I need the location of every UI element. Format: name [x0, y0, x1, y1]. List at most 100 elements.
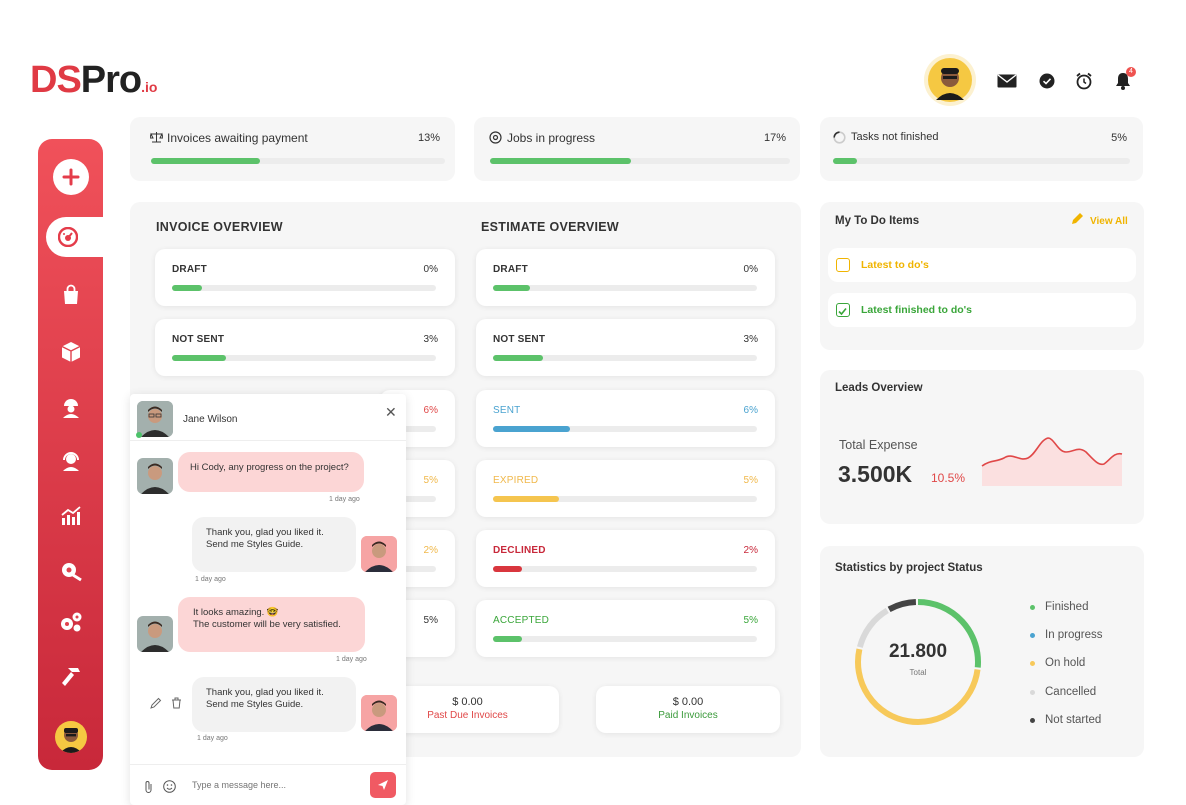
- edit-icon[interactable]: [150, 697, 162, 709]
- message-input[interactable]: [192, 775, 357, 795]
- total-expense-label: Total Expense: [839, 438, 918, 452]
- user-avatar[interactable]: [928, 58, 972, 102]
- invoice-row-draft[interactable]: DRAFT 0%: [155, 249, 455, 306]
- sidebar: [38, 139, 103, 770]
- contact-avatar[interactable]: [137, 401, 173, 437]
- view-all-link[interactable]: View All: [1090, 216, 1128, 227]
- checkbox-empty-icon[interactable]: [836, 258, 850, 272]
- chat-widget: Jane Wilson ✕ Hi Cody, any progress on t…: [130, 394, 406, 805]
- sidebar-avatar[interactable]: [55, 721, 87, 753]
- stat-progress-fill: [151, 158, 260, 164]
- logo-suffix: .io: [141, 79, 158, 95]
- row-percent: 2%: [423, 545, 438, 556]
- hammer-icon: [61, 668, 80, 686]
- sidebar-item-settings[interactable]: [38, 550, 103, 590]
- paid-invoices-card[interactable]: $ 0.00 Paid Invoices: [596, 686, 780, 733]
- row-progress-track: [493, 355, 757, 361]
- stat-label: Jobs in progress: [507, 131, 596, 145]
- todo-item-label: Latest to do's: [861, 259, 929, 271]
- donut-total-label: Total: [909, 668, 927, 677]
- stat-progress-track: [490, 158, 790, 164]
- circle-progress-icon: [833, 131, 846, 144]
- bell-icon[interactable]: 4: [1112, 67, 1136, 92]
- legend-on-hold: On hold: [1030, 657, 1085, 669]
- legend-cancelled: Cancelled: [1030, 686, 1096, 698]
- row-progress-fill: [493, 355, 544, 361]
- add-button[interactable]: [53, 159, 89, 195]
- estimate-row-sent[interactable]: SENT 6%: [476, 390, 775, 447]
- chat-composer: [130, 764, 406, 805]
- send-button[interactable]: [370, 772, 396, 798]
- row-percent: 3%: [743, 334, 758, 345]
- worker-icon: [62, 399, 79, 418]
- todo-item-finished[interactable]: Latest finished to do's: [828, 293, 1136, 327]
- gauge-icon: [489, 131, 502, 144]
- row-label: DRAFT: [172, 264, 207, 275]
- message-time: 1 day ago: [336, 656, 367, 663]
- legend-dot: [1030, 717, 1035, 723]
- stat-label: Tasks not finished: [851, 131, 939, 143]
- logo-pro: Pro: [80, 59, 142, 101]
- stat-percent: 5%: [1111, 132, 1127, 144]
- bag-icon: [63, 284, 78, 304]
- sidebar-item-dashboard[interactable]: [46, 217, 103, 257]
- estimate-row-declined[interactable]: DECLINED 2%: [476, 530, 775, 587]
- sidebar-item-workers[interactable]: [38, 388, 103, 428]
- message-time: 1 day ago: [329, 496, 360, 503]
- emoji-icon[interactable]: [163, 780, 176, 793]
- check-circle-icon[interactable]: [1036, 70, 1058, 92]
- stat-card-jobs-in-progress[interactable]: Jobs in progress 17%: [474, 117, 800, 181]
- row-progress-fill: [172, 355, 226, 361]
- dashboard-icon: [58, 227, 78, 247]
- stat-progress-fill: [490, 158, 631, 164]
- stat-percent: 13%: [417, 132, 440, 144]
- row-progress-fill: [493, 426, 570, 432]
- row-label: EXPIRED: [493, 475, 539, 486]
- todo-item-latest[interactable]: Latest to do's: [828, 248, 1136, 282]
- sidebar-item-jobs[interactable]: [38, 275, 103, 315]
- send-icon: [378, 780, 388, 790]
- leads-sparkline: [981, 437, 1123, 486]
- estimate-row-not-sent[interactable]: NOT SENT 3%: [476, 319, 775, 376]
- todo-title: My To Do Items: [835, 215, 920, 227]
- row-percent: 2%: [743, 545, 758, 556]
- sidebar-item-reports[interactable]: [38, 496, 103, 536]
- checkbox-checked-icon[interactable]: [836, 303, 850, 317]
- legend-label: On hold: [1045, 657, 1086, 669]
- row-progress-fill: [172, 285, 202, 291]
- estimate-row-accepted[interactable]: ACCEPTED 5%: [476, 600, 775, 657]
- estimate-row-expired[interactable]: EXPIRED 5%: [476, 460, 775, 517]
- stat-card-tasks-not-finished[interactable]: Tasks not finished 5%: [820, 117, 1143, 181]
- mail-icon[interactable]: [996, 70, 1018, 92]
- legend-not-started: Not started: [1030, 714, 1101, 726]
- row-progress-track: [172, 355, 436, 361]
- row-percent: 5%: [423, 615, 438, 626]
- legend-label: In progress: [1045, 629, 1103, 641]
- leads-title: Leads Overview: [835, 382, 923, 394]
- todo-panel: My To Do Items View All Latest to do's L…: [820, 202, 1144, 350]
- legend-finished: Finished: [1030, 601, 1088, 613]
- message-avatar: [361, 536, 397, 572]
- sidebar-item-configuration[interactable]: [38, 602, 103, 642]
- row-label: NOT SENT: [493, 334, 546, 345]
- stat-card-invoices-awaiting[interactable]: Invoices awaiting payment 13%: [130, 117, 455, 181]
- paperclip-icon[interactable]: [144, 780, 153, 794]
- invoice-row-not-sent[interactable]: NOT SENT 3%: [155, 319, 455, 376]
- close-icon[interactable]: ✕: [385, 404, 397, 421]
- trash-icon[interactable]: [171, 697, 182, 709]
- estimate-row-draft[interactable]: DRAFT 0%: [476, 249, 775, 306]
- logo-ds: DS: [30, 59, 82, 101]
- row-percent: 5%: [743, 615, 758, 626]
- paid-label: Paid Invoices: [658, 710, 718, 721]
- app-logo[interactable]: DSPro.io: [30, 58, 158, 109]
- chat-message-incoming: Hi Cody, any progress on the project?: [178, 452, 364, 492]
- sidebar-item-products[interactable]: [38, 332, 103, 372]
- message-avatar: [137, 616, 173, 652]
- sidebar-item-tools[interactable]: [38, 657, 103, 697]
- row-progress-fill: [493, 496, 559, 502]
- row-percent: 0%: [743, 264, 758, 275]
- row-progress-track: [172, 285, 436, 291]
- alarm-clock-icon[interactable]: [1073, 70, 1095, 92]
- sidebar-item-support[interactable]: [38, 441, 103, 481]
- stat-label: Invoices awaiting payment: [167, 131, 308, 145]
